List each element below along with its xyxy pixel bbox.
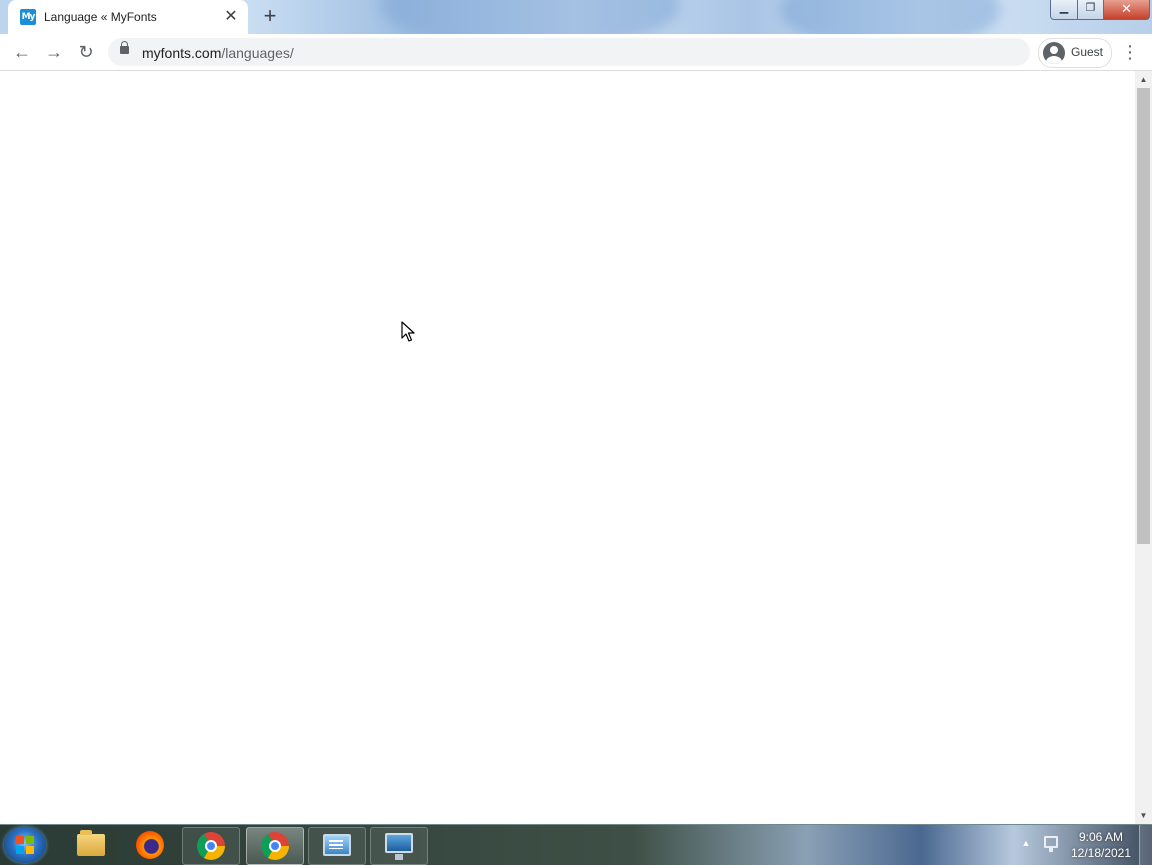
start-button[interactable] [4, 827, 46, 863]
network-icon[interactable] [1044, 836, 1058, 852]
url-text[interactable]: myfonts.com/languages/ [142, 45, 294, 61]
windows-taskbar: ▲ 9:06 AM 12/18/2021 [0, 824, 1152, 865]
tray-overflow-icon[interactable]: ▲ [1020, 837, 1032, 849]
chrome-icon [197, 832, 225, 860]
window-minimize-button[interactable]: ▁ [1050, 0, 1078, 20]
page-scrollbar[interactable]: ▲ ▼ [1135, 71, 1152, 824]
monitor-icon [385, 833, 413, 860]
url-path: /languages/ [221, 45, 294, 61]
lock-icon[interactable] [120, 41, 129, 54]
control-panel-icon [323, 834, 351, 856]
scroll-up-arrow-icon[interactable]: ▲ [1135, 71, 1152, 88]
new-tab-button[interactable]: + [257, 5, 283, 29]
window-close-button[interactable]: ✕ [1103, 0, 1150, 20]
profile-button[interactable]: Guest [1038, 38, 1112, 68]
browser-menu-button[interactable]: ⋮ [1120, 40, 1140, 64]
scroll-thumb[interactable] [1137, 88, 1150, 544]
taskbar-windows-explorer[interactable] [62, 827, 118, 863]
back-button[interactable]: ← [8, 38, 36, 66]
myfonts-favicon-icon: My [20, 9, 36, 25]
mouse-cursor-icon [401, 321, 415, 342]
address-bar[interactable]: myfonts.com/languages/ [108, 38, 1030, 66]
forward-button[interactable]: → [40, 38, 68, 66]
taskbar-control-tool[interactable] [308, 827, 366, 865]
firefox-icon [136, 831, 164, 859]
windows-logo-icon [16, 836, 34, 854]
tab-myfonts-language[interactable]: My Language « MyFonts ✕ [8, 0, 248, 34]
chrome-icon [261, 832, 289, 860]
url-domain: myfonts.com [142, 45, 222, 61]
avatar-icon [1043, 42, 1065, 64]
profile-label: Guest [1071, 45, 1104, 59]
tab-strip: My Language « MyFonts ✕ + ▁ ❐ ✕ [0, 0, 1152, 34]
scroll-down-arrow-icon[interactable]: ▼ [1135, 807, 1152, 824]
taskbar-chrome[interactable] [182, 827, 240, 865]
window-restore-button[interactable]: ❐ [1077, 0, 1104, 20]
tab-title: Language « MyFonts [44, 10, 157, 24]
clock-date: 12/18/2021 [1070, 846, 1132, 860]
clock-time: 9:06 AM [1078, 830, 1124, 844]
browser-toolbar: ← → ↻ myfonts.com/languages/ Guest ⋮ [0, 34, 1152, 71]
show-desktop-button[interactable] [1139, 825, 1152, 865]
taskbar-remote-desktop[interactable] [370, 827, 428, 865]
taskbar-chrome-active[interactable] [246, 827, 304, 865]
reload-button[interactable]: ↻ [72, 38, 100, 66]
system-clock[interactable]: 9:06 AM 12/18/2021 [1066, 829, 1136, 861]
taskbar-firefox[interactable] [122, 827, 178, 863]
folder-icon [77, 830, 105, 856]
page-content-blank [0, 71, 1135, 824]
tab-close-icon[interactable]: ✕ [222, 8, 240, 26]
